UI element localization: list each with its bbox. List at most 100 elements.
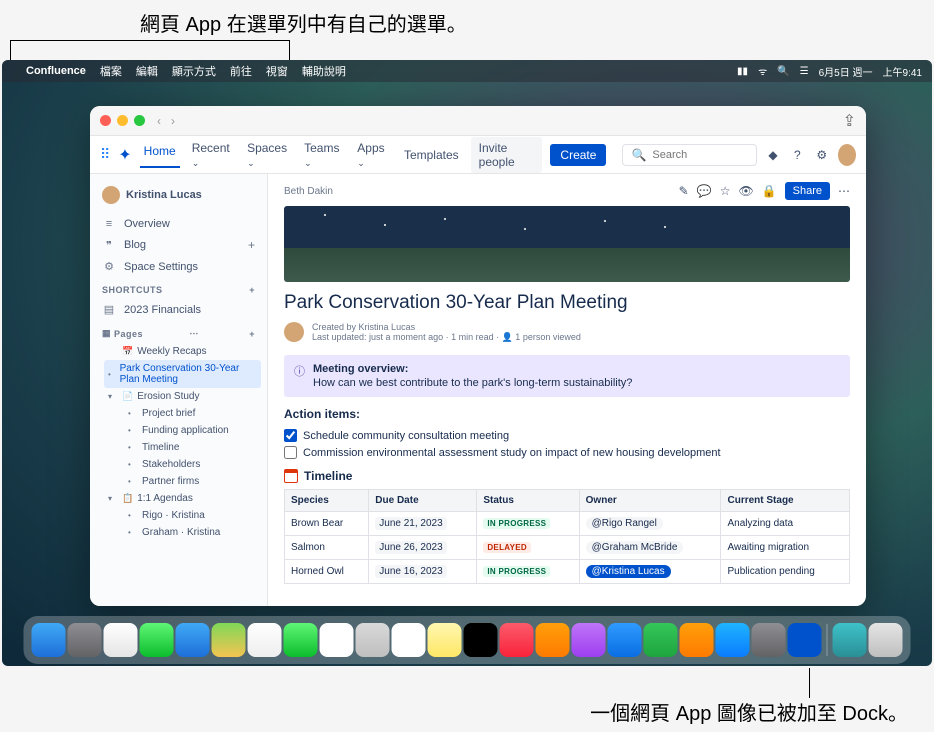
tree-child-item[interactable]: •Stakeholders bbox=[104, 456, 261, 473]
tree-child-item[interactable]: •Project brief bbox=[104, 405, 261, 422]
search-input[interactable] bbox=[652, 149, 747, 161]
dock-photos-icon[interactable] bbox=[248, 623, 282, 657]
tree-child-item[interactable]: •Rigo · Kristina bbox=[104, 507, 261, 524]
checkbox-2[interactable] bbox=[284, 446, 297, 459]
sidebar-space-settings[interactable]: ⚙Space Settings bbox=[96, 256, 261, 277]
cell-owner[interactable]: @Graham McBride bbox=[579, 536, 721, 560]
dock-pages-icon[interactable] bbox=[680, 623, 714, 657]
action-item-2[interactable]: Commission environmental assessment stud… bbox=[284, 444, 850, 461]
tree-child-item[interactable]: •Timeline bbox=[104, 439, 261, 456]
tree-weekly-recaps[interactable]: 📅Weekly Recaps bbox=[104, 343, 261, 360]
menubar-view[interactable]: 顯示方式 bbox=[172, 63, 216, 79]
invite-people-button[interactable]: Invite people bbox=[471, 137, 543, 173]
blog-add-icon[interactable]: + bbox=[248, 238, 255, 252]
action-item-1[interactable]: Schedule community consultation meeting bbox=[284, 427, 850, 444]
window-close-button[interactable] bbox=[100, 115, 111, 126]
window-minimize-button[interactable] bbox=[117, 115, 128, 126]
more-icon[interactable]: ⋯ bbox=[838, 184, 850, 198]
window-maximize-button[interactable] bbox=[134, 115, 145, 126]
pages-add-icon[interactable]: + bbox=[249, 329, 255, 339]
chevron-down-icon[interactable]: ▾ bbox=[108, 392, 118, 401]
dock-launchpad-icon[interactable] bbox=[68, 623, 102, 657]
chevron-down-icon[interactable]: ▾ bbox=[108, 494, 118, 503]
dock-downloads-icon[interactable] bbox=[833, 623, 867, 657]
dock-settings-icon[interactable] bbox=[752, 623, 786, 657]
share-icon[interactable]: ⇪ bbox=[843, 111, 856, 131]
cell-owner[interactable]: @Rigo Rangel bbox=[579, 512, 721, 536]
wifi-icon[interactable]: ᯤ bbox=[758, 64, 767, 78]
lock-icon[interactable]: 🔒 bbox=[762, 184, 777, 198]
settings-icon[interactable]: ⚙ bbox=[814, 148, 830, 162]
dock-appstore-icon[interactable] bbox=[716, 623, 750, 657]
tree-erosion-study[interactable]: ▾📄Erosion Study bbox=[104, 388, 261, 405]
menubar-file[interactable]: 檔案 bbox=[100, 63, 122, 79]
checkbox-1[interactable] bbox=[284, 429, 297, 442]
tree-park-conservation[interactable]: •Park Conservation 30-Year Plan Meeting bbox=[104, 360, 261, 388]
sidebar-user[interactable]: Kristina Lucas bbox=[96, 182, 261, 208]
sidebar-blog[interactable]: ❞Blog+ bbox=[96, 234, 261, 256]
pages-more-icon[interactable]: ⋯ bbox=[189, 328, 199, 339]
star-icon[interactable]: ☆ bbox=[720, 184, 731, 198]
dock-podcasts-icon[interactable] bbox=[572, 623, 606, 657]
sidebar-shortcut-financials[interactable]: ▤2023 Financials bbox=[96, 299, 261, 320]
dock-messages-icon[interactable] bbox=[140, 623, 174, 657]
menubar-edit[interactable]: 編輯 bbox=[136, 63, 158, 79]
battery-icon[interactable]: ▮▮ bbox=[737, 66, 748, 77]
menubar-go[interactable]: 前往 bbox=[230, 63, 252, 79]
dock-numbers-icon[interactable] bbox=[644, 623, 678, 657]
table-row[interactable]: SalmonJune 26, 2023DELAYED@Graham McBrid… bbox=[285, 536, 850, 560]
created-by-name[interactable]: Kristina Lucas bbox=[359, 322, 416, 332]
menubar-time[interactable]: 上午9:41 bbox=[883, 64, 922, 79]
dock-calendar-icon[interactable] bbox=[320, 623, 354, 657]
dock-maps-icon[interactable] bbox=[212, 623, 246, 657]
cell-owner[interactable]: @Kristina Lucas bbox=[579, 560, 721, 584]
shortcuts-add-icon[interactable]: + bbox=[249, 285, 255, 295]
share-button[interactable]: Share bbox=[785, 182, 830, 200]
menubar-help[interactable]: 輔助說明 bbox=[302, 63, 346, 79]
edit-icon[interactable]: ✎ bbox=[679, 184, 689, 198]
create-button[interactable]: Create bbox=[550, 144, 606, 166]
dock-reminders-icon[interactable] bbox=[392, 623, 426, 657]
dock-mail-icon[interactable] bbox=[176, 623, 210, 657]
app-switcher-icon[interactable]: ⠿ bbox=[100, 146, 110, 163]
sidebar-overview[interactable]: ≡Overview bbox=[96, 214, 261, 234]
tree-child-item[interactable]: •Partner firms bbox=[104, 473, 261, 490]
comment-icon[interactable]: 💬 bbox=[697, 184, 712, 198]
nav-teams[interactable]: Teams bbox=[300, 139, 345, 171]
dock-safari-icon[interactable] bbox=[104, 623, 138, 657]
nav-apps[interactable]: Apps bbox=[353, 139, 392, 171]
dock-trash-icon[interactable] bbox=[869, 623, 903, 657]
nav-recent[interactable]: Recent bbox=[188, 139, 235, 171]
dock-tv-icon[interactable] bbox=[464, 623, 498, 657]
dock-confluence-webapp-icon[interactable] bbox=[788, 623, 822, 657]
menubar-window[interactable]: 視窗 bbox=[266, 63, 288, 79]
dock-music-icon[interactable] bbox=[500, 623, 534, 657]
help-icon[interactable]: ? bbox=[789, 148, 805, 162]
notifications-icon[interactable]: ◆ bbox=[765, 148, 781, 162]
nav-spaces[interactable]: Spaces bbox=[243, 139, 292, 171]
tree-child-item[interactable]: •Funding application bbox=[104, 422, 261, 439]
profile-avatar[interactable] bbox=[838, 144, 856, 166]
dock-facetime-icon[interactable] bbox=[284, 623, 318, 657]
table-row[interactable]: Brown BearJune 21, 2023IN PROGRESS@Rigo … bbox=[285, 512, 850, 536]
table-row[interactable]: Horned OwlJune 16, 2023IN PROGRESS@Krist… bbox=[285, 560, 850, 584]
dock-finder-icon[interactable] bbox=[32, 623, 66, 657]
nav-templates[interactable]: Templates bbox=[400, 146, 463, 164]
breadcrumb[interactable]: Beth Dakin bbox=[284, 186, 333, 197]
watch-icon[interactable]: 👁 bbox=[738, 184, 753, 198]
spotlight-icon[interactable]: 🔍 bbox=[777, 66, 789, 77]
tree-agendas[interactable]: ▾📋1:1 Agendas bbox=[104, 490, 261, 507]
dock-contacts-icon[interactable] bbox=[356, 623, 390, 657]
tree-child-item[interactable]: •Graham · Kristina bbox=[104, 524, 261, 541]
dock-notes-icon[interactable] bbox=[428, 623, 462, 657]
nav-forward-icon[interactable]: › bbox=[171, 114, 175, 128]
nav-back-icon[interactable]: ‹ bbox=[157, 114, 161, 128]
dock-keynote-icon[interactable] bbox=[608, 623, 642, 657]
search-box[interactable]: 🔍 bbox=[622, 144, 756, 166]
menubar-date[interactable]: 6月5日 週一 bbox=[819, 64, 873, 79]
confluence-logo-icon[interactable]: ✦ bbox=[118, 145, 131, 165]
menubar-app-name[interactable]: Confluence bbox=[26, 65, 86, 77]
nav-home[interactable]: Home bbox=[140, 142, 180, 168]
dock-books-icon[interactable] bbox=[536, 623, 570, 657]
control-center-icon[interactable]: ☰ bbox=[800, 66, 809, 77]
